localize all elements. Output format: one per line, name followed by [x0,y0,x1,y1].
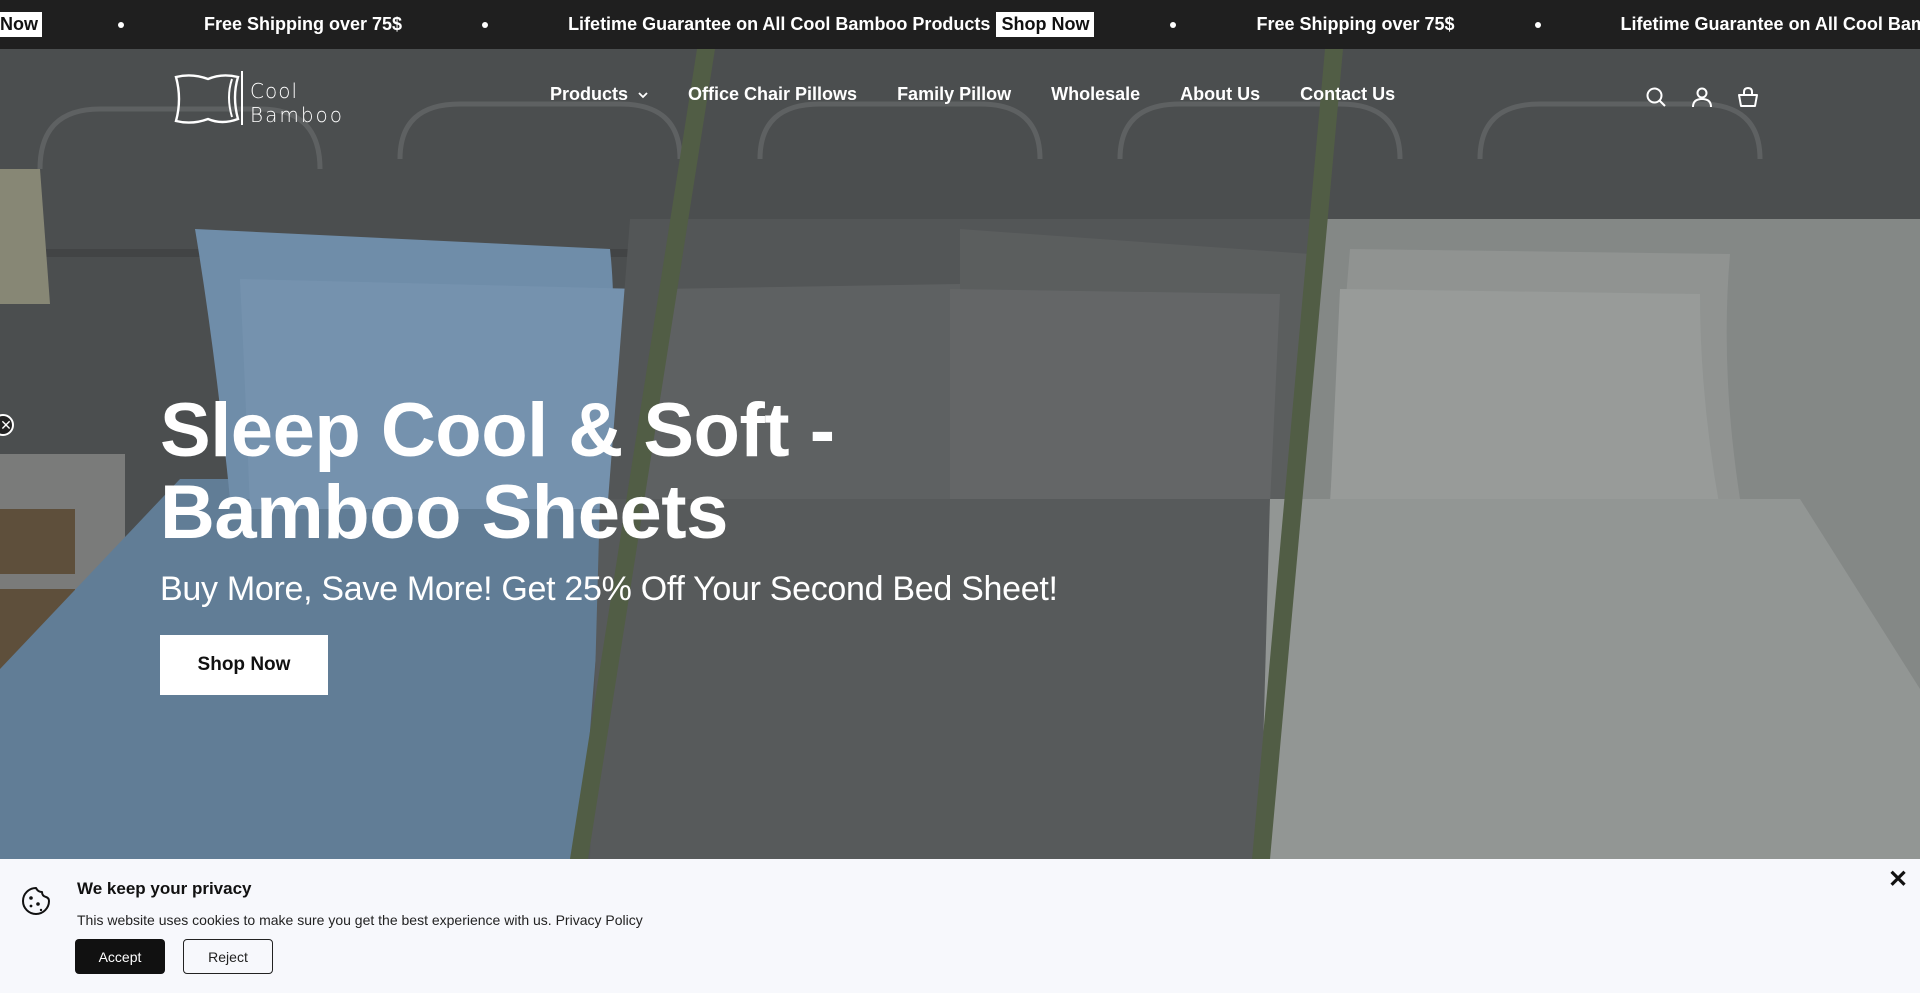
shop-now-button[interactable]: Shop Now [160,635,328,695]
bullet-separator [118,21,124,28]
nav-item-label: Wholesale [1051,84,1141,104]
announcement-item: Lifetime Guarantee on All Cool Bamboo Pr… [1617,14,1920,35]
announcement-item: Free Shipping over 75$ [200,14,406,35]
announcement-track: Now Free Shipping over 75$ Lifetime Guar… [0,0,1920,49]
nav-item-label: Contact Us [1300,84,1396,104]
nav-item-label: About Us [1180,84,1261,104]
announcement-text: Free Shipping over 75$ [1256,14,1455,34]
bullet-separator [1170,21,1177,28]
nav-item-about-us[interactable]: About Us [1180,84,1260,105]
announcement-shop-now-link[interactable]: Shop Now [996,12,1095,37]
announcement-cta[interactable]: Now [0,12,42,37]
hero-content: Sleep Cool & Soft - Bamboo Sheets Buy Mo… [160,390,1058,695]
cookie-description: This website uses cookies to make sure y… [77,912,643,928]
announcement-text: Free Shipping over 75$ [204,14,403,34]
cookie-text: This website uses cookies to make sure y… [77,912,552,928]
privacy-policy-link[interactable]: Privacy Policy [556,912,643,928]
close-icon[interactable]: ✕ [1888,865,1908,894]
nav-item-family-pillow[interactable]: Family Pillow [897,84,1011,105]
chevron-down-icon [638,91,648,98]
nav-item-contact-us[interactable]: Contact Us [1300,84,1395,105]
hero-subtitle: Buy More, Save More! Get 25% Off Your Se… [160,570,1058,608]
hero-title: Sleep Cool & Soft - Bamboo Sheets [160,388,835,555]
nav-item-label: Office Chair Pillows [688,84,858,104]
nav-item-label: Family Pillow [897,84,1012,104]
cart-icon[interactable] [1736,85,1760,109]
announcement-item: Now [0,12,42,37]
header-icons [1644,85,1760,109]
nav-item-label: Products [550,84,629,104]
main-nav: Products Office Chair Pillows Family Pil… [550,84,1395,105]
cookie-title: We keep your privacy [77,879,252,898]
announcement-text: Lifetime Guarantee on All Cool Bamboo Pr… [568,14,991,34]
announcement-item: Free Shipping over 75$ [1252,14,1458,35]
cookie-icon [22,887,50,915]
bullet-separator [482,21,489,28]
logo-text-cool: Cool [250,79,298,103]
account-icon[interactable] [1690,85,1714,109]
nav-item-office-chair-pillows[interactable]: Office Chair Pillows [688,84,857,105]
nav-item-wholesale[interactable]: Wholesale [1051,84,1140,105]
bullet-separator [1534,21,1541,28]
site-header: Cool Bamboo Products Office Chair Pillow… [0,49,1920,147]
logo-text-bamboo: Bamboo [250,103,344,127]
logo[interactable]: Cool Bamboo [170,67,370,129]
search-icon[interactable] [1644,85,1668,109]
accept-button[interactable]: Accept [75,939,165,974]
announcement-item: Lifetime Guarantee on All Cool Bamboo Pr… [564,12,1095,37]
cookie-banner: We keep your privacy This website uses c… [0,859,1920,993]
nav-item-products[interactable]: Products [550,84,648,105]
cookie-actions: Accept Reject [75,939,273,974]
announcement-bar: Now Free Shipping over 75$ Lifetime Guar… [0,0,1920,49]
announcement-text: Lifetime Guarantee on All Cool Bamboo Pr… [1620,14,1920,34]
reject-button[interactable]: Reject [183,939,273,974]
pillow-logo-icon: Cool Bamboo [174,71,344,127]
